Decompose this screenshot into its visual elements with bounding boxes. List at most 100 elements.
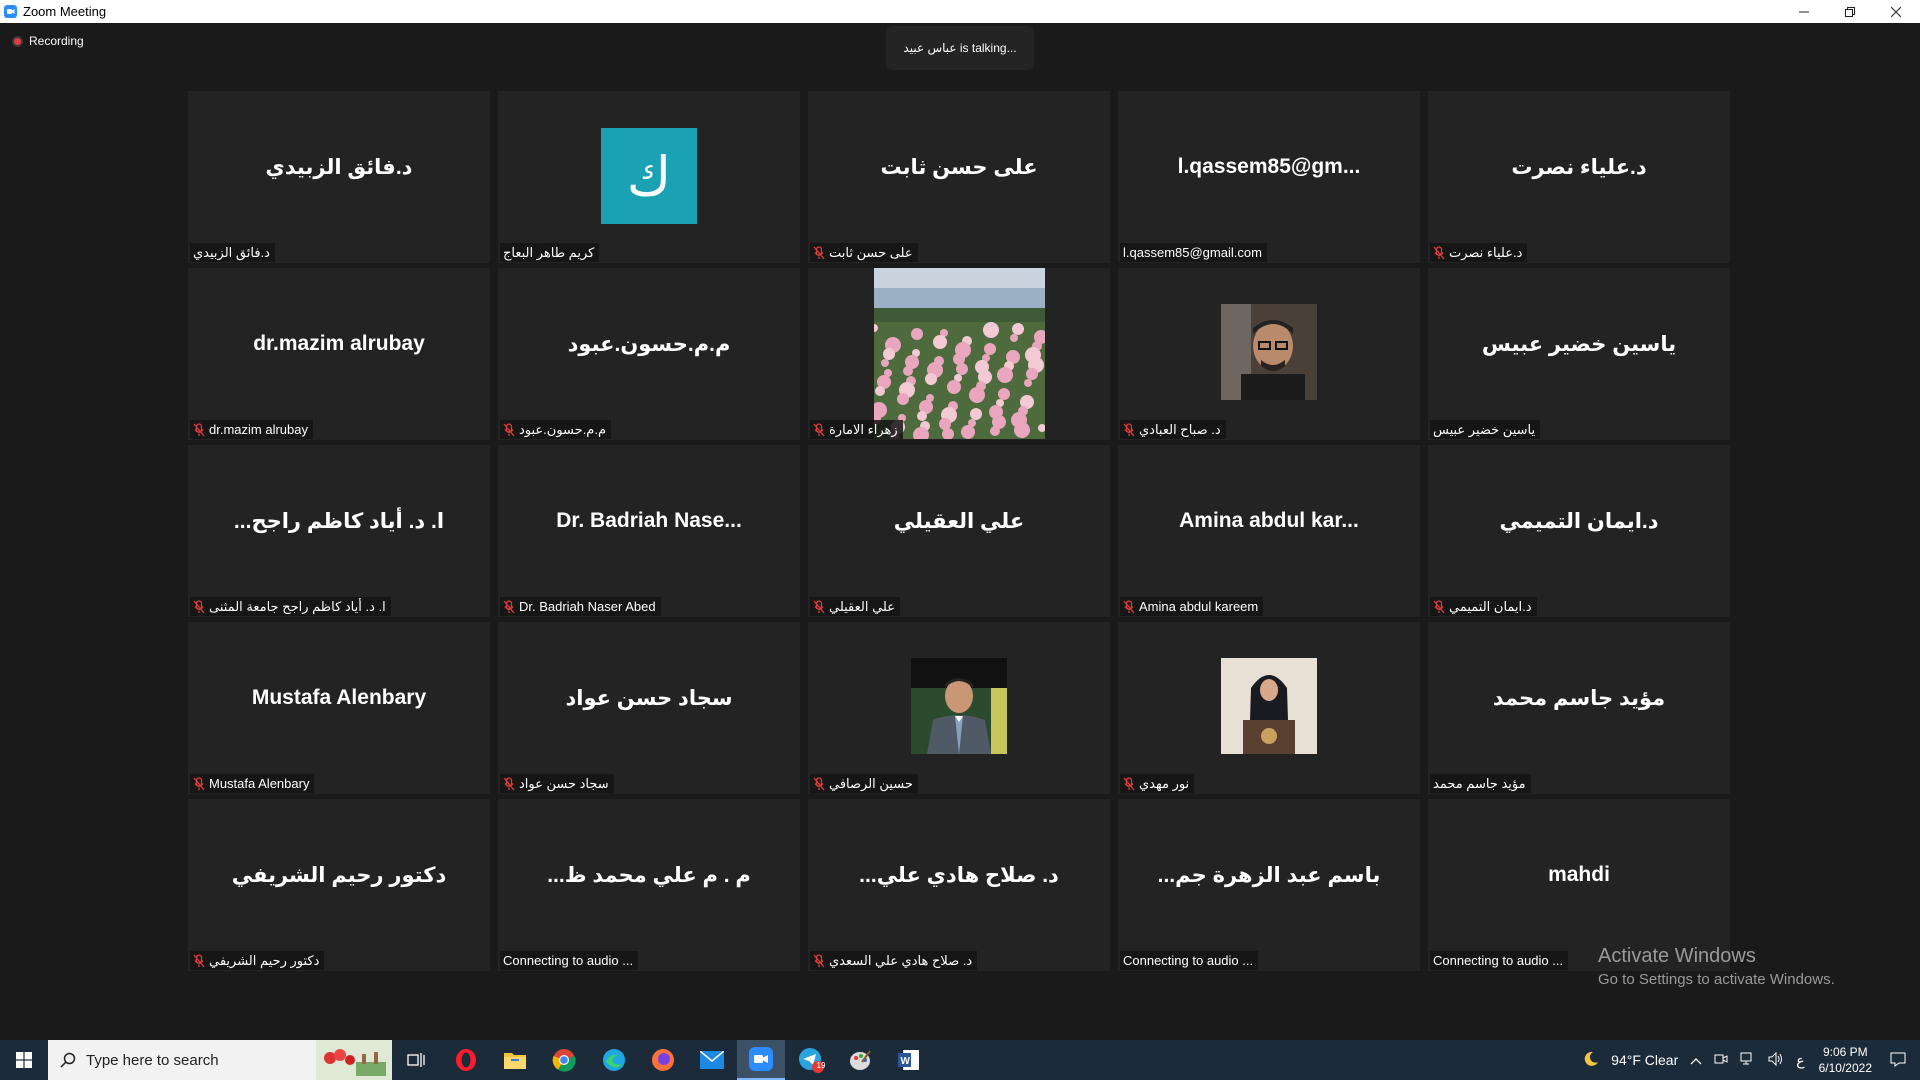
meet-now-icon[interactable] bbox=[1714, 1052, 1728, 1069]
recording-indicator[interactable]: Recording bbox=[12, 34, 84, 48]
participant-tile[interactable]: علي العقيلي علي العقيلي bbox=[808, 445, 1110, 617]
participant-name-text: سجاد حسن عواد bbox=[519, 775, 609, 791]
taskbar-opera[interactable] bbox=[442, 1040, 490, 1080]
participant-name-label: على حسن ثابت bbox=[810, 243, 918, 262]
participant-tile[interactable]: د. صباح العبادي bbox=[1118, 268, 1420, 440]
windows-logo-icon bbox=[16, 1052, 32, 1068]
input-language[interactable]: ع bbox=[1796, 1052, 1804, 1069]
taskbar-search-box[interactable]: Type here to search bbox=[48, 1040, 392, 1080]
notifications-icon[interactable] bbox=[1890, 1051, 1906, 1070]
taskbar-paint[interactable] bbox=[836, 1040, 884, 1080]
clock-date: 6/10/2022 bbox=[1818, 1061, 1872, 1075]
taskbar-zoom[interactable] bbox=[737, 1040, 785, 1080]
participant-display-name: l.qassem85@gm... bbox=[1177, 155, 1361, 178]
participant-display-name: دكتور رحيم الشريفي bbox=[231, 863, 447, 887]
taskbar-word[interactable]: W bbox=[885, 1040, 933, 1080]
weather-moon-icon[interactable] bbox=[1583, 1051, 1599, 1070]
participant-name-text: كريم طاهر البعاج bbox=[503, 244, 595, 260]
participant-tile[interactable]: دكتور رحيم الشريفي دكتور رحيم الشريفي bbox=[188, 799, 490, 971]
participant-tile[interactable]: د.ايمان التميمي د.ايمان التميمي bbox=[1428, 445, 1730, 617]
participant-tile[interactable]: ...م . م علي محمد ظ Connecting to audio .… bbox=[498, 799, 800, 971]
participant-name-text: د.فائق الزبيدي bbox=[193, 244, 270, 260]
taskbar-mail[interactable] bbox=[688, 1040, 736, 1080]
participant-name-label: ياسين خضير عبيس bbox=[1430, 420, 1541, 439]
search-placeholder: Type here to search bbox=[86, 1051, 219, 1069]
participant-name-text: د.علياء نصرت bbox=[1449, 244, 1523, 260]
participant-name-text: نور مهدي bbox=[1139, 775, 1190, 791]
task-view-button[interactable] bbox=[392, 1040, 440, 1080]
recording-label: Recording bbox=[29, 34, 84, 48]
edge-icon bbox=[603, 1049, 625, 1071]
participant-name-text: dr.mazim alrubay bbox=[209, 422, 308, 437]
taskbar-edge[interactable] bbox=[590, 1040, 638, 1080]
muted-mic-icon bbox=[813, 422, 825, 436]
participant-tile[interactable]: ...ا. د. أياد كاظم راجح ا. د. أياد كاظم ر… bbox=[188, 445, 490, 617]
search-highlight-icon bbox=[316, 1040, 392, 1080]
activate-subtitle: Go to Settings to activate Windows. bbox=[1598, 971, 1835, 988]
show-hidden-icons-icon[interactable] bbox=[1690, 1052, 1702, 1068]
participant-tile[interactable]: Dr. Badriah Nase... Dr. Badriah Naser Abe… bbox=[498, 445, 800, 617]
participant-display-name: ...م . م علي محمد ظ bbox=[547, 863, 751, 887]
participant-tile[interactable]: Mustafa Alenbary Mustafa Alenbary bbox=[188, 622, 490, 794]
minimize-button[interactable] bbox=[1781, 0, 1827, 23]
activate-windows-watermark: Activate Windows Go to Settings to activ… bbox=[1598, 945, 1835, 988]
search-icon bbox=[60, 1052, 76, 1068]
participant-tile[interactable]: سجاد حسن عواد سجاد حسن عواد bbox=[498, 622, 800, 794]
weather-text[interactable]: 94°F Clear bbox=[1611, 1052, 1678, 1068]
participant-name-label: د.علياء نصرت bbox=[1430, 243, 1528, 262]
participant-tile[interactable]: l.qassem85@gm... l.qassem85@gmail.com bbox=[1118, 91, 1420, 263]
participant-tile[interactable]: ...د. صلاح هادي علي د. صلاح هادي علي السع… bbox=[808, 799, 1110, 971]
active-speaker-text: عباس عبيد is talking... bbox=[903, 41, 1017, 55]
participant-name-label: دكتور رحيم الشريفي bbox=[190, 951, 325, 970]
participant-tile[interactable]: د.علياء نصرت د.علياء نصرت bbox=[1428, 91, 1730, 263]
taskbar-clock[interactable]: 9:06 PM 6/10/2022 bbox=[1819, 1044, 1872, 1076]
muted-mic-icon bbox=[503, 599, 515, 613]
participant-tile[interactable]: ياسين خضير عبيس ياسين خضير عبيس bbox=[1428, 268, 1730, 440]
participant-tile[interactable]: dr.mazim alrubay dr.mazim alrubay bbox=[188, 268, 490, 440]
participant-tile[interactable]: حسين الرصافي bbox=[808, 622, 1110, 794]
participant-name-label: مؤيد جاسم محمد bbox=[1430, 774, 1531, 793]
participant-display-name: dr.mazim alrubay bbox=[253, 332, 425, 355]
participant-display-name: علي العقيلي bbox=[893, 509, 1025, 533]
participant-name-text: حسين الرصافي bbox=[829, 775, 913, 791]
participant-display-name: د.علياء نصرت bbox=[1511, 155, 1647, 179]
restore-button[interactable] bbox=[1827, 0, 1873, 23]
network-icon[interactable] bbox=[1740, 1052, 1756, 1069]
muted-mic-icon bbox=[1433, 245, 1445, 259]
participant-display-name: ...باسم عبد الزهرة جم bbox=[1157, 863, 1381, 887]
participant-tile[interactable]: مؤيد جاسم محمد مؤيد جاسم محمد bbox=[1428, 622, 1730, 794]
taskbar-chrome[interactable] bbox=[540, 1040, 588, 1080]
participant-name-text: ياسين خضير عبيس bbox=[1433, 421, 1536, 437]
participant-name-text: Dr. Badriah Naser Abed bbox=[519, 599, 656, 614]
participant-name-label: كريم طاهر البعاج bbox=[500, 243, 600, 262]
participant-tile[interactable]: Amina abdul kar... Amina abdul kareem bbox=[1118, 445, 1420, 617]
taskbar-file-explorer[interactable] bbox=[491, 1040, 539, 1080]
participant-name-text: Connecting to audio ... bbox=[503, 953, 634, 968]
start-button[interactable] bbox=[0, 1040, 48, 1080]
participant-display-name: ...د. صلاح هادي علي bbox=[859, 863, 1059, 887]
participant-name-text: د.ايمان التميمي bbox=[1449, 598, 1532, 614]
participant-tile[interactable]: ...باسم عبد الزهرة جم Connecting to audio… bbox=[1118, 799, 1420, 971]
close-button[interactable] bbox=[1873, 0, 1919, 23]
recording-dot-icon bbox=[12, 35, 23, 47]
participant-tile[interactable]: نور مهدي bbox=[1118, 622, 1420, 794]
participant-tile[interactable]: ك كريم طاهر البعاج bbox=[498, 91, 800, 263]
participant-display-name: د.فائق الزبيدي bbox=[265, 155, 413, 179]
participant-name-label: د. صباح العبادي bbox=[1120, 420, 1226, 439]
volume-icon[interactable] bbox=[1768, 1051, 1784, 1069]
participant-display-name: م.م.حسون.عبود bbox=[567, 332, 731, 356]
participant-display-name: على حسن ثابت bbox=[880, 155, 1038, 179]
system-tray: 94°F Clear ع 9:06 PM 6/10/2022 bbox=[1577, 1040, 1920, 1080]
taskbar-telegram[interactable]: 19 bbox=[787, 1040, 835, 1080]
muted-mic-icon bbox=[813, 599, 825, 613]
mail-icon bbox=[700, 1051, 724, 1069]
participant-name-label: ا. د. أياد كاظم راجح جامعة المثنى bbox=[190, 597, 391, 616]
clock-time: 9:06 PM bbox=[1822, 1045, 1868, 1059]
participant-name-text: Connecting to audio ... bbox=[1123, 953, 1254, 968]
participant-tile[interactable]: زهراء الامارة bbox=[808, 268, 1110, 440]
participant-tile[interactable]: م.م.حسون.عبود م.م.حسون.عبود bbox=[498, 268, 800, 440]
participant-tile[interactable]: د.فائق الزبيدي د.فائق الزبيدي bbox=[188, 91, 490, 263]
taskbar-firefox[interactable] bbox=[639, 1040, 687, 1080]
participant-tile[interactable]: على حسن ثابت على حسن ثابت bbox=[808, 91, 1110, 263]
participant-display-name: مؤيد جاسم محمد bbox=[1492, 686, 1666, 710]
